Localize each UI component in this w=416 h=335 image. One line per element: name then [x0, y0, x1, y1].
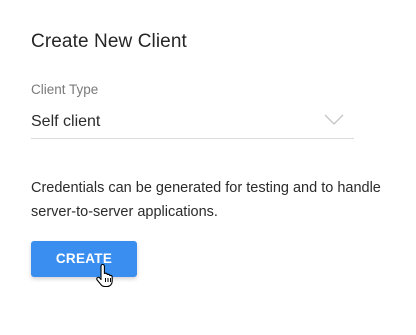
- description-line-2: server-to-server applications.: [31, 204, 218, 220]
- dialog-title: Create New Client: [31, 31, 187, 52]
- description-line-1: Credentials can be generated for testing…: [31, 180, 381, 196]
- client-type-select[interactable]: Self client: [31, 108, 354, 139]
- create-button[interactable]: CREATE: [31, 241, 137, 277]
- create-client-dialog: Create New Client Client Type Self clien…: [0, 0, 416, 335]
- chevron-down-icon: [324, 114, 344, 125]
- credentials-description: Credentials can be generated for testing…: [31, 176, 391, 224]
- client-type-selected-value: Self client: [31, 113, 101, 130]
- client-type-label: Client Type: [31, 82, 99, 97]
